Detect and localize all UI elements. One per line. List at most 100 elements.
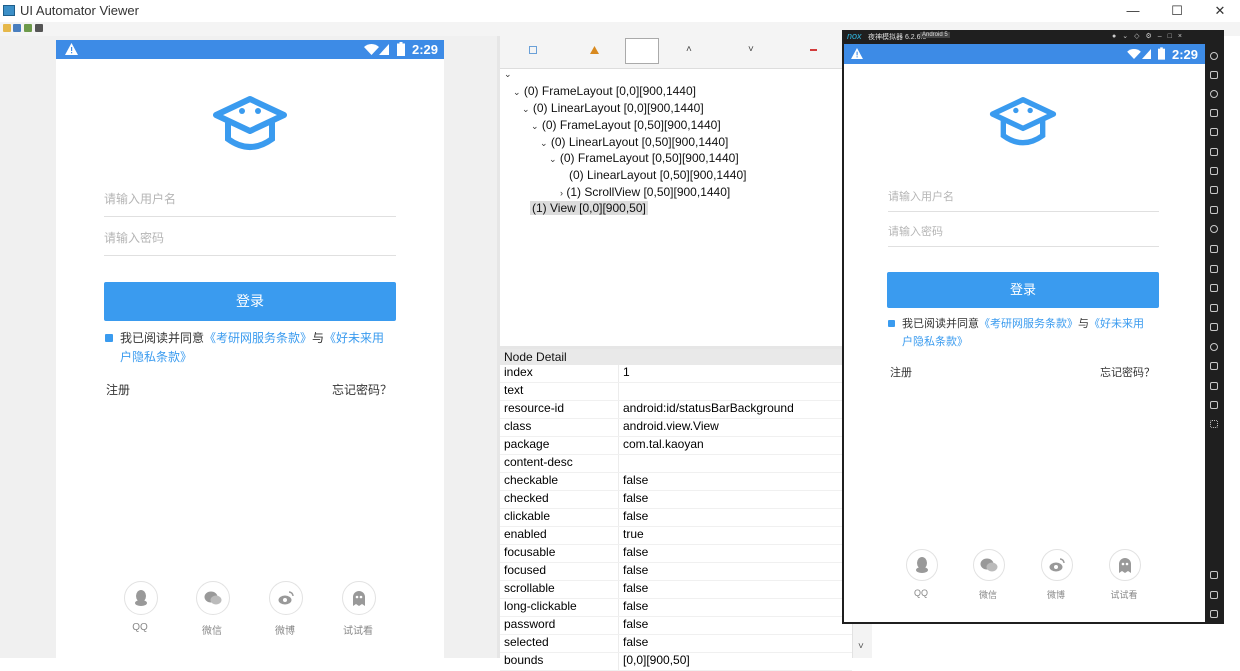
sidebar-icon[interactable]: [1210, 109, 1218, 117]
sidebar-icon[interactable]: [1210, 225, 1218, 233]
sidebar-icon[interactable]: [1210, 90, 1218, 98]
service-terms-link[interactable]: 《考研网服务条款》: [204, 331, 312, 345]
detail-row[interactable]: index 1: [500, 365, 852, 383]
detail-row[interactable]: checkable false: [500, 473, 852, 491]
tree-node[interactable]: ⌄ (0) FrameLayout [0,50][900,1440]: [549, 151, 739, 165]
password-input[interactable]: 请输入密码: [104, 229, 396, 256]
sidebar-icon[interactable]: [1210, 401, 1218, 409]
forgot-password-link[interactable]: 忘记密码？: [1100, 364, 1155, 380]
detail-row[interactable]: package com.tal.kaoyan: [500, 437, 852, 455]
agree-checkbox[interactable]: [888, 320, 895, 327]
nox-status-bar[interactable]: 2:29: [844, 44, 1205, 64]
scroll-down-icon[interactable]: ˅: [858, 641, 864, 652]
login-button[interactable]: 登录: [104, 282, 396, 321]
privacy-terms-link-cont[interactable]: 户隐私条款》: [902, 336, 968, 348]
sidebar-icon[interactable]: [1210, 167, 1218, 175]
wechat-login-button[interactable]: [973, 549, 1005, 581]
qq-icon: [135, 590, 147, 606]
register-link[interactable]: 注册: [890, 364, 912, 380]
detail-row[interactable]: text: [500, 383, 852, 401]
sidebar-icon[interactable]: [1210, 52, 1218, 60]
username-input[interactable]: 请输入用户名: [104, 190, 396, 217]
sidebar-icon[interactable]: [1210, 186, 1218, 194]
username-input[interactable]: 请输入用户名: [888, 188, 1159, 212]
trial-login-button[interactable]: [1109, 549, 1141, 581]
sidebar-icon[interactable]: [1210, 323, 1218, 331]
detail-row[interactable]: bounds [0,0][900,50]: [500, 653, 852, 671]
weibo-login-button[interactable]: [269, 581, 303, 615]
nox-titlebar[interactable]: nox 夜神模拟器 6.2.6.0 Android 5 ●⌄◇⚙–□×: [842, 30, 1206, 44]
tree-node[interactable]: ⌄ (0) LinearLayout [0,0][900,1440]: [522, 101, 704, 115]
detail-row[interactable]: focused false: [500, 563, 852, 581]
compressed-screenshot-icon[interactable]: [24, 24, 32, 32]
down-icon[interactable]: ˅: [748, 44, 754, 55]
sidebar-icon[interactable]: [1210, 362, 1218, 370]
sidebar-icon[interactable]: [1210, 245, 1218, 253]
detail-row[interactable]: resource-id android:id/statusBarBackgroun…: [500, 401, 852, 419]
collapse-icon[interactable]: [810, 49, 817, 51]
qq-login-button[interactable]: [124, 581, 158, 615]
device-screen-left[interactable]: 2:29 请输入用户名 请输入密码 登录 我已阅读并同意《考研网服务条款》与《好…: [56, 40, 444, 658]
detail-row[interactable]: enabled true: [500, 527, 852, 545]
privacy-terms-link[interactable]: 《好未来用: [1089, 318, 1144, 330]
register-link[interactable]: 注册: [106, 381, 130, 398]
sidebar-icon[interactable]: [1210, 420, 1218, 428]
filter-icon[interactable]: [625, 38, 659, 64]
trial-label: 试试看: [1110, 590, 1138, 600]
tree-node[interactable]: › (1) ScrollView [0,50][900,1440]: [560, 185, 730, 199]
privacy-terms-link[interactable]: 《好未来用: [324, 331, 384, 345]
detail-row[interactable]: checked false: [500, 491, 852, 509]
home-icon[interactable]: [1210, 591, 1218, 599]
sidebar-icon[interactable]: [1210, 128, 1218, 136]
nox-device-screen[interactable]: 2:29 请输入用户名 请输入密码 登录 我已阅读并同意《考研网服务条款》与《好…: [844, 44, 1205, 622]
detail-row[interactable]: clickable false: [500, 509, 852, 527]
tree-node[interactable]: ⌄ (0) FrameLayout [0,0][900,1440]: [513, 84, 696, 98]
close-button[interactable]: ✕: [1200, 0, 1240, 22]
login-button[interactable]: 登录: [887, 272, 1159, 308]
weibo-login-button[interactable]: [1041, 549, 1073, 581]
detail-row[interactable]: password false: [500, 617, 852, 635]
sidebar-icon[interactable]: [1210, 382, 1218, 390]
tree-node[interactable]: ⌄ (0) LinearLayout [0,50][900,1440]: [540, 135, 728, 149]
minimize-button[interactable]: —: [1113, 0, 1153, 22]
agree-checkbox[interactable]: [105, 334, 113, 342]
hierarchy-tree[interactable]: ⌄ ⌄ (0) FrameLayout [0,0][900,1440] ⌄ (0…: [500, 69, 842, 346]
trial-login-button[interactable]: [342, 581, 376, 615]
tree-node[interactable]: ⌄ (0) FrameLayout [0,50][900,1440]: [531, 118, 721, 132]
device-screenshot-icon[interactable]: [13, 24, 21, 32]
nox-window-controls[interactable]: ●⌄◇⚙–□×: [1112, 32, 1200, 42]
detail-row[interactable]: focusable false: [500, 545, 852, 563]
forgot-password-link[interactable]: 忘记密码？: [332, 381, 392, 398]
sidebar-icon[interactable]: [1210, 148, 1218, 156]
expand-all-icon[interactable]: [529, 46, 537, 54]
sidebar-icon[interactable]: [1210, 265, 1218, 273]
qq-login-button[interactable]: [906, 549, 938, 581]
save-icon[interactable]: [35, 24, 43, 32]
detail-row[interactable]: class android.view.View: [500, 419, 852, 437]
sidebar-icon[interactable]: [1210, 284, 1218, 292]
maximize-button[interactable]: ☐: [1157, 0, 1197, 22]
window-title: UI Automator Viewer: [20, 3, 139, 18]
detail-row[interactable]: long-clickable false: [500, 599, 852, 617]
sidebar-icon[interactable]: [1210, 304, 1218, 312]
detail-row[interactable]: scrollable false: [500, 581, 852, 599]
tree-node-selected[interactable]: (1) View [0,0][900,50]: [530, 201, 648, 215]
service-terms-link[interactable]: 《考研网服务条款》: [979, 318, 1078, 330]
sidebar-icon[interactable]: [1210, 71, 1218, 79]
privacy-terms-link-cont[interactable]: 户隐私条款》: [120, 350, 192, 364]
open-icon[interactable]: [3, 24, 11, 32]
wechat-login-button[interactable]: [196, 581, 230, 615]
tree-root-chevron[interactable]: ⌄: [504, 69, 512, 80]
detail-row[interactable]: selected false: [500, 635, 852, 653]
warning-icon[interactable]: [590, 46, 599, 54]
recents-icon[interactable]: [1210, 610, 1218, 618]
sidebar-icon[interactable]: [1210, 206, 1218, 214]
sidebar-icon[interactable]: [1210, 343, 1218, 351]
back-icon[interactable]: [1210, 571, 1218, 579]
password-input[interactable]: 请输入密码: [888, 223, 1159, 247]
up-icon[interactable]: ˄: [686, 44, 692, 55]
tree-node[interactable]: (0) LinearLayout [0,50][900,1440]: [569, 168, 746, 182]
status-bar[interactable]: 2:29: [56, 40, 444, 59]
agreement-text: 我已阅读并同意《考研网服务条款》与《好未来用 户隐私条款》: [120, 329, 410, 367]
detail-row[interactable]: content-desc: [500, 455, 852, 473]
